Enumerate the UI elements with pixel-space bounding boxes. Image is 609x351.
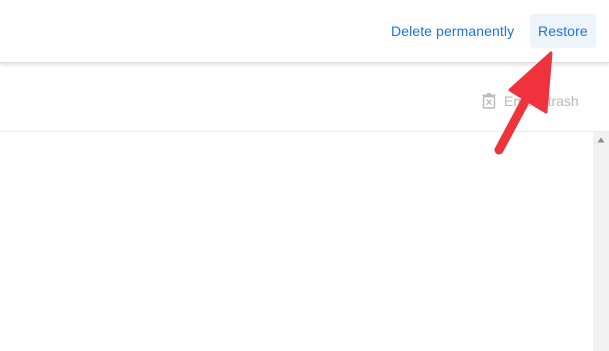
vertical-scrollbar[interactable] [593,132,609,351]
empty-trash-label: Empty trash [504,93,579,109]
selection-action-bar: Delete permanently Restore [0,0,609,63]
trash-icon [482,93,496,109]
empty-trash-button[interactable]: Empty trash [482,93,579,109]
restore-button[interactable]: Restore [530,14,596,48]
trash-toolbar: Empty trash [0,63,609,132]
delete-permanently-button[interactable]: Delete permanently [391,21,514,41]
trash-page: Delete permanently Restore Empty trash [0,0,609,351]
scroll-up-arrow-icon[interactable] [593,132,609,148]
trash-content-area [0,132,593,351]
